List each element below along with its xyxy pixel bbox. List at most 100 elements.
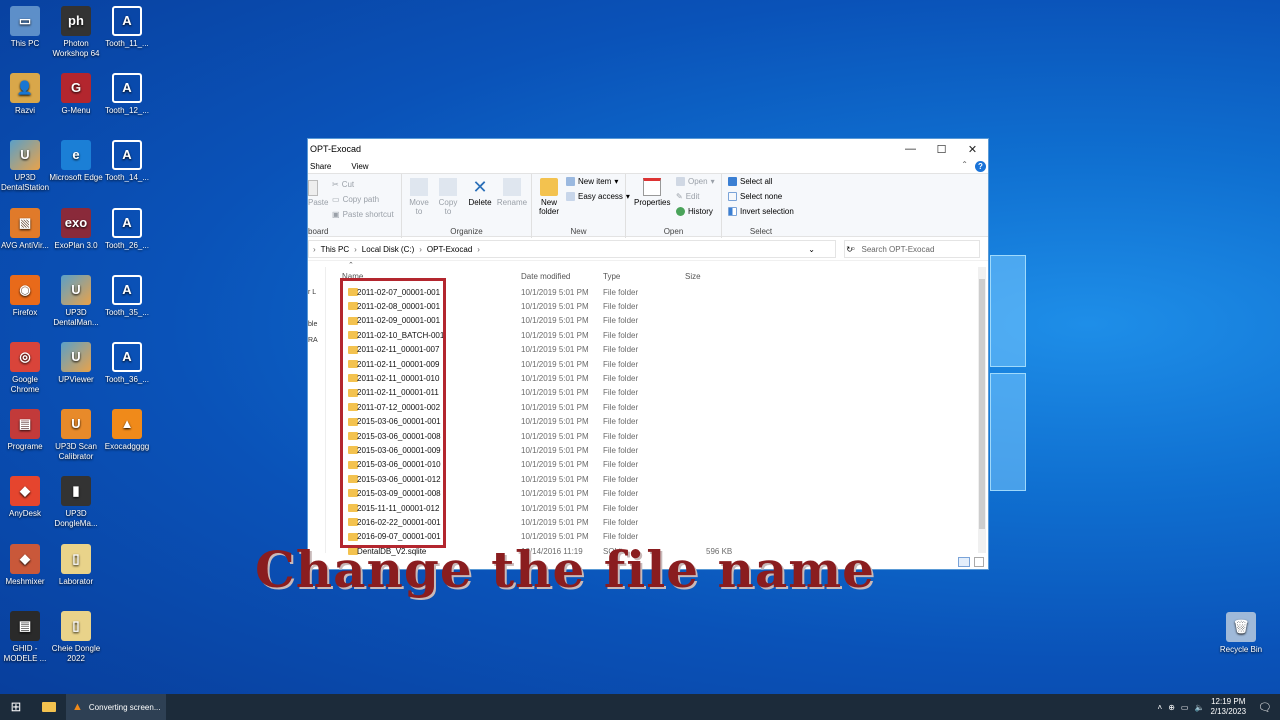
- help-icon[interactable]: ?: [975, 161, 986, 172]
- desktop-icon[interactable]: G G-Menu: [48, 73, 104, 116]
- desktop-icon-label: AnyDesk: [8, 509, 41, 519]
- desktop-icon[interactable]: A Tooth_12_...: [99, 73, 155, 116]
- new-item-button[interactable]: New item ▾: [566, 177, 618, 186]
- delete-button[interactable]: ✕ Delete: [466, 178, 494, 207]
- column-name[interactable]: Name: [342, 272, 363, 281]
- column-date-modified[interactable]: Date modified: [521, 272, 570, 281]
- close-button[interactable]: ✕: [957, 139, 988, 159]
- minimize-button[interactable]: —: [895, 139, 926, 159]
- file-row[interactable]: 2015-11-11_00001-012 10/1/2019 5:01 PM Fil…: [342, 501, 978, 515]
- chevron-up-icon[interactable]: ⌃: [961, 160, 968, 169]
- desktop-icon[interactable]: ph Photon Workshop 64: [48, 6, 104, 59]
- column-size[interactable]: Size: [685, 272, 701, 281]
- desktop-icon[interactable]: ▯ Cheie Dongle 2022: [48, 610, 104, 664]
- cut-button[interactable]: ✂ Cut: [332, 180, 354, 189]
- file-row[interactable]: 2011-02-11_00001-009 10/1/2019 5:01 PM Fil…: [342, 357, 978, 371]
- file-row[interactable]: 2011-02-10_BATCH-001 10/1/2019 5:01 PM Fil…: [342, 328, 978, 342]
- large-icons-view-icon[interactable]: [974, 557, 984, 567]
- vertical-scrollbar[interactable]: [978, 267, 986, 553]
- desktop-icon[interactable]: 🗑 Recycle Bin: [1213, 612, 1269, 655]
- file-row[interactable]: 2015-03-06_00001-001 10/1/2019 5:01 PM Fil…: [342, 415, 978, 429]
- file-row[interactable]: 2015-03-06_00001-010 10/1/2019 5:01 PM Fil…: [342, 458, 978, 472]
- desktop-icon[interactable]: A Tooth_14_...: [99, 140, 155, 183]
- select-all-button[interactable]: Select all: [728, 177, 772, 186]
- edit-button[interactable]: ✎ Edit: [676, 192, 700, 201]
- select-none-button[interactable]: Select none: [728, 192, 782, 201]
- file-row[interactable]: 2011-02-11_00001-010 10/1/2019 5:01 PM Fil…: [342, 371, 978, 385]
- paste-button[interactable]: Paste: [308, 180, 328, 207]
- desktop-icon[interactable]: U UPViewer: [48, 342, 104, 385]
- nav-fragment[interactable]: RA: [308, 337, 318, 344]
- desktop-icon[interactable]: A Tooth_26_...: [99, 207, 155, 251]
- chevron-down-icon[interactable]: ⌄: [808, 245, 815, 254]
- easy-access-button[interactable]: Easy access ▾: [566, 192, 630, 201]
- maximize-button[interactable]: ☐: [926, 139, 957, 159]
- breadcrumb-opt-exocad[interactable]: OPT-Exocad: [427, 245, 472, 254]
- desktop-icon[interactable]: ▧ AVG AntiVir...: [0, 207, 53, 251]
- tab-share[interactable]: Share: [310, 162, 331, 171]
- desktop-icon[interactable]: ◉ Firefox: [0, 274, 53, 318]
- search-box[interactable]: ⌕ Search OPT-Exocad: [844, 240, 980, 258]
- file-row[interactable]: 2011-02-11_00001-007 10/1/2019 5:01 PM Fil…: [342, 343, 978, 357]
- copy-to-button[interactable]: Copy to: [435, 178, 461, 216]
- new-folder-button[interactable]: New folder: [536, 178, 562, 216]
- move-to-button[interactable]: Move to: [406, 178, 432, 216]
- file-row[interactable]: 2011-02-08_00001-001 10/1/2019 5:01 PM Fil…: [342, 299, 978, 313]
- desktop-icon[interactable]: ▮ UP3D DongleMa...: [48, 476, 104, 529]
- file-explorer-taskbar-button[interactable]: [32, 694, 66, 720]
- nav-fragment[interactable]: r L: [308, 289, 316, 296]
- battery-icon[interactable]: ▭: [1181, 703, 1189, 712]
- desktop-icon[interactable]: 👤 Razvi: [0, 73, 53, 116]
- navigation-pane[interactable]: r L ble RA: [308, 267, 326, 553]
- file-row[interactable]: 2011-02-09_00001-001 10/1/2019 5:01 PM Fil…: [342, 314, 978, 328]
- title-bar[interactable]: OPT-Exocad — ☐ ✕: [308, 139, 988, 159]
- properties-button[interactable]: Properties: [634, 178, 670, 207]
- address-bar[interactable]: › This PC › Local Disk (C:) › OPT-Exocad…: [308, 240, 853, 258]
- scroll-thumb[interactable]: [979, 279, 985, 529]
- file-row[interactable]: 2015-03-06_00001-008 10/1/2019 5:01 PM Fil…: [342, 429, 978, 443]
- desktop-icon[interactable]: exo ExoPlan 3.0: [48, 207, 104, 251]
- open-button[interactable]: Open ▾: [676, 177, 715, 186]
- desktop-icon[interactable]: e Microsoft Edge: [48, 140, 104, 183]
- desktop-icon[interactable]: ◆ Meshmixer: [0, 543, 53, 587]
- file-row[interactable]: 2011-07-12_00001-002 10/1/2019 5:01 PM Fil…: [342, 400, 978, 414]
- details-view-icon[interactable]: [958, 557, 970, 567]
- copy-path-button[interactable]: ▭ Copy path: [332, 195, 379, 204]
- desktop-icon[interactable]: ▤ Programe: [0, 409, 53, 452]
- column-type[interactable]: Type: [603, 272, 620, 281]
- copy-icon: [439, 178, 457, 196]
- file-row[interactable]: 2015-03-09_00001-008 10/1/2019 5:01 PM Fil…: [342, 486, 978, 500]
- volume-icon[interactable]: 🔈: [1194, 703, 1204, 712]
- nav-fragment[interactable]: ble: [308, 321, 317, 328]
- desktop-icon[interactable]: ◆ AnyDesk: [0, 476, 53, 519]
- breadcrumb-local-disk[interactable]: Local Disk (C:): [362, 245, 414, 254]
- desktop-icon[interactable]: U UP3D DentalMan...: [48, 274, 104, 328]
- tab-view[interactable]: View: [351, 162, 368, 171]
- clock[interactable]: 12:19 PM 2/13/2023: [1210, 697, 1246, 717]
- desktop-icon[interactable]: A Tooth_36_...: [99, 342, 155, 385]
- desktop-icon[interactable]: ▯ Laborator: [48, 543, 104, 587]
- file-row[interactable]: 2011-02-11_00001-011 10/1/2019 5:01 PM Fil…: [342, 386, 978, 400]
- desktop-icon[interactable]: ▤ GHID - MODELE ...: [0, 610, 53, 664]
- invert-selection-button[interactable]: Invert selection: [728, 207, 794, 216]
- file-row[interactable]: 2016-02-22_00001-001 10/1/2019 5:01 PM Fil…: [342, 515, 978, 529]
- network-icon[interactable]: ⊕: [1168, 703, 1175, 712]
- history-button[interactable]: History: [676, 207, 713, 216]
- desktop-icon[interactable]: A Tooth_11_...: [99, 6, 155, 49]
- start-button[interactable]: ⊞: [0, 694, 32, 720]
- chevron-up-icon[interactable]: ˄: [1158, 703, 1163, 712]
- file-row[interactable]: 2015-03-06_00001-012 10/1/2019 5:01 PM Fil…: [342, 472, 978, 486]
- desktop-icon[interactable]: ▭ This PC: [0, 6, 53, 49]
- paste-shortcut-button[interactable]: ▣ Paste shortcut: [332, 210, 394, 219]
- notification-icon[interactable]: 🗨: [1258, 701, 1272, 714]
- file-row[interactable]: 2015-03-06_00001-009 10/1/2019 5:01 PM Fil…: [342, 443, 978, 457]
- desktop-icon[interactable]: ◎ Google Chrome: [0, 342, 53, 395]
- desktop-icon[interactable]: U UP3D DentalStation: [0, 140, 53, 193]
- file-row[interactable]: 2011-02-07_00001-001 10/1/2019 5:01 PM Fil…: [342, 285, 978, 299]
- desktop-icon[interactable]: U UP3D Scan Calibrator: [48, 409, 104, 462]
- vlc-taskbar-button[interactable]: ▲ Converting screen...: [66, 694, 166, 720]
- desktop-icon[interactable]: ▲ Exocadgggg: [99, 409, 155, 452]
- rename-button[interactable]: Rename: [496, 178, 528, 207]
- desktop-icon[interactable]: A Tooth_35_...: [99, 274, 155, 318]
- breadcrumb-this-pc[interactable]: This PC: [321, 245, 349, 254]
